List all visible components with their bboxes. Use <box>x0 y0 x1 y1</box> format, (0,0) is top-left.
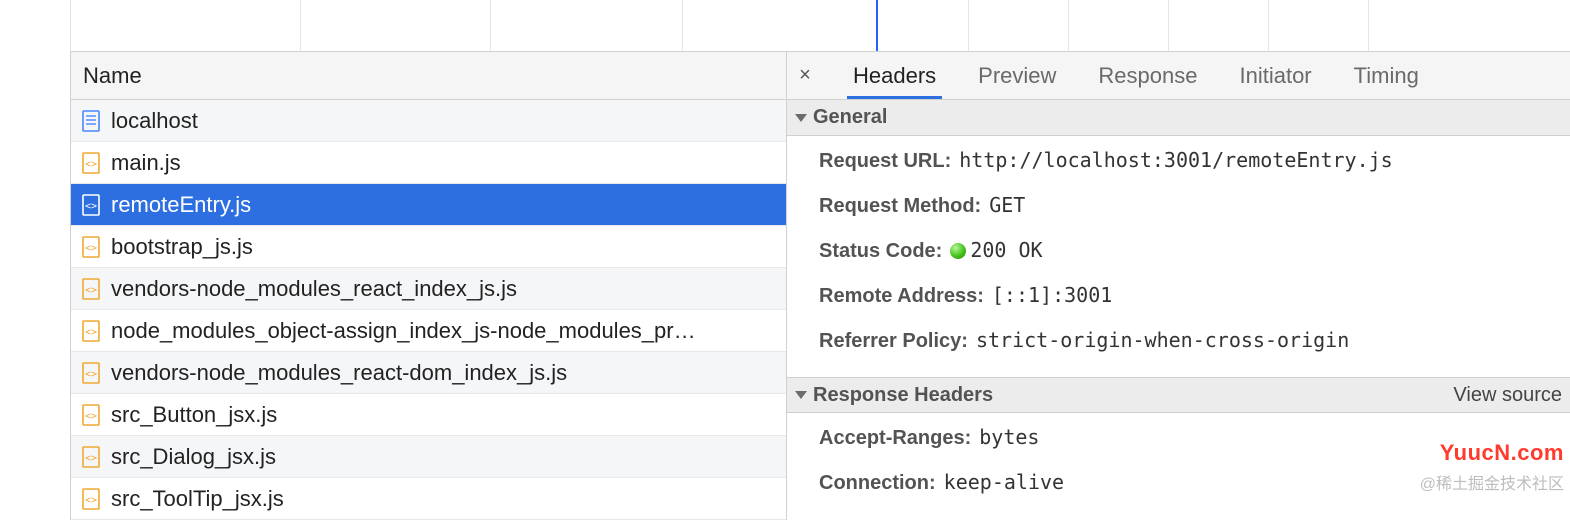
value: [::1]:3001 <box>992 283 1112 307</box>
script-icon: <> <box>81 320 101 342</box>
timeline-cell <box>300 0 490 51</box>
timeline-cell <box>1068 0 1168 51</box>
timeline-cell <box>70 0 300 51</box>
svg-text:<>: <> <box>85 327 97 338</box>
value: bytes <box>979 425 1039 449</box>
section-title: General <box>813 106 887 129</box>
request-list-panel: Name localhost <> main.js <> remoteEntry… <box>71 52 787 520</box>
main-panel: Name localhost <> main.js <> remoteEntry… <box>70 52 1570 520</box>
label: Connection: <box>819 472 936 495</box>
request-row-bootstrap-js[interactable]: <> bootstrap_js.js <box>71 226 786 268</box>
request-name: remoteEntry.js <box>111 192 251 218</box>
timeline-cell <box>1268 0 1368 51</box>
disclosure-triangle-icon <box>795 391 807 399</box>
timeline-strip[interactable] <box>70 0 1570 52</box>
script-icon: <> <box>81 488 101 510</box>
svg-text:<>: <> <box>85 411 97 422</box>
section-title: Response Headers <box>813 384 993 407</box>
label: Request Method: <box>819 195 981 218</box>
tab-initiator[interactable]: Initiator <box>1233 52 1317 99</box>
label: Status Code: <box>819 240 942 263</box>
script-icon: <> <box>81 152 101 174</box>
timeline-cell <box>968 0 1068 51</box>
label: Accept-Ranges: <box>819 427 971 450</box>
request-name: src_ToolTip_jsx.js <box>111 486 284 512</box>
request-name: localhost <box>111 108 198 134</box>
request-name: vendors-node_modules_react-dom_index_js.… <box>111 360 567 386</box>
general-section: Request URL: http://localhost:3001/remot… <box>787 136 1570 377</box>
tab-headers[interactable]: Headers <box>847 52 942 99</box>
close-icon[interactable]: × <box>793 64 817 87</box>
watermark-brand: YuucN.com <box>1440 440 1564 466</box>
timeline-cell <box>1368 0 1468 51</box>
view-source-link[interactable]: View source <box>1453 384 1562 407</box>
request-name: src_Button_jsx.js <box>111 402 277 428</box>
script-icon: <> <box>81 278 101 300</box>
svg-text:<>: <> <box>85 453 97 464</box>
request-row-object-assign[interactable]: <> node_modules_object-assign_index_js-n… <box>71 310 786 352</box>
script-icon: <> <box>81 446 101 468</box>
row-remote-address: Remote Address: [::1]:3001 <box>819 283 1562 308</box>
label: Remote Address: <box>819 285 984 308</box>
value: keep-alive <box>944 470 1064 494</box>
request-rows: localhost <> main.js <> remoteEntry.js <… <box>71 100 786 520</box>
request-row-src-dialog[interactable]: <> src_Dialog_jsx.js <box>71 436 786 478</box>
row-request-method: Request Method: GET <box>819 193 1562 218</box>
request-name: src_Dialog_jsx.js <box>111 444 276 470</box>
request-row-vendors-react-dom[interactable]: <> vendors-node_modules_react-dom_index_… <box>71 352 786 394</box>
timeline-marker[interactable] <box>876 0 968 51</box>
request-name: bootstrap_js.js <box>111 234 253 260</box>
request-name: main.js <box>111 150 181 176</box>
timeline-cell <box>490 0 682 51</box>
value: GET <box>989 193 1025 217</box>
name-column-header[interactable]: Name <box>71 52 786 100</box>
timeline-cell <box>682 0 876 51</box>
timeline-cell <box>1168 0 1268 51</box>
label: Request URL: <box>819 150 951 173</box>
request-name: vendors-node_modules_react_index_js.js <box>111 276 517 302</box>
value: http://localhost:3001/remoteEntry.js <box>959 148 1392 172</box>
request-row-remoteentry-js[interactable]: <> remoteEntry.js <box>71 184 786 226</box>
script-icon: <> <box>81 236 101 258</box>
request-row-vendors-react[interactable]: <> vendors-node_modules_react_index_js.j… <box>71 268 786 310</box>
row-request-url: Request URL: http://localhost:3001/remot… <box>819 148 1562 173</box>
script-icon: <> <box>81 194 101 216</box>
disclosure-triangle-icon <box>795 114 807 122</box>
label: Referrer Policy: <box>819 330 968 353</box>
tab-preview[interactable]: Preview <box>972 52 1062 99</box>
document-icon <box>81 110 101 132</box>
section-general-header[interactable]: General <box>787 100 1570 136</box>
svg-text:<>: <> <box>85 159 97 170</box>
svg-text:<>: <> <box>85 285 97 296</box>
tab-response[interactable]: Response <box>1092 52 1203 99</box>
row-referrer-policy: Referrer Policy: strict-origin-when-cros… <box>819 328 1562 353</box>
value: strict-origin-when-cross-origin <box>976 328 1349 352</box>
script-icon: <> <box>81 362 101 384</box>
svg-text:<>: <> <box>85 243 97 254</box>
detail-tabs: × Headers Preview Response Initiator Tim… <box>787 52 1570 100</box>
section-response-headers-header[interactable]: Response Headers View source <box>787 377 1570 413</box>
status-ok-icon <box>950 243 966 259</box>
svg-text:<>: <> <box>85 495 97 506</box>
request-row-src-button[interactable]: <> src_Button_jsx.js <box>71 394 786 436</box>
row-status-code: Status Code: 200 OK <box>819 238 1562 263</box>
response-headers-section: Accept-Ranges: bytes Connection: keep-al… <box>787 413 1570 519</box>
script-icon: <> <box>81 404 101 426</box>
svg-text:<>: <> <box>85 201 97 212</box>
watermark-subtext: @稀土掘金技术社区 <box>1420 470 1564 494</box>
request-row-main-js[interactable]: <> main.js <box>71 142 786 184</box>
value: 200 OK <box>950 238 1042 262</box>
request-name: node_modules_object-assign_index_js-node… <box>111 318 696 344</box>
tab-timing[interactable]: Timing <box>1348 52 1425 99</box>
request-row-src-tooltip[interactable]: <> src_ToolTip_jsx.js <box>71 478 786 520</box>
request-row-localhost[interactable]: localhost <box>71 100 786 142</box>
svg-text:<>: <> <box>85 369 97 380</box>
